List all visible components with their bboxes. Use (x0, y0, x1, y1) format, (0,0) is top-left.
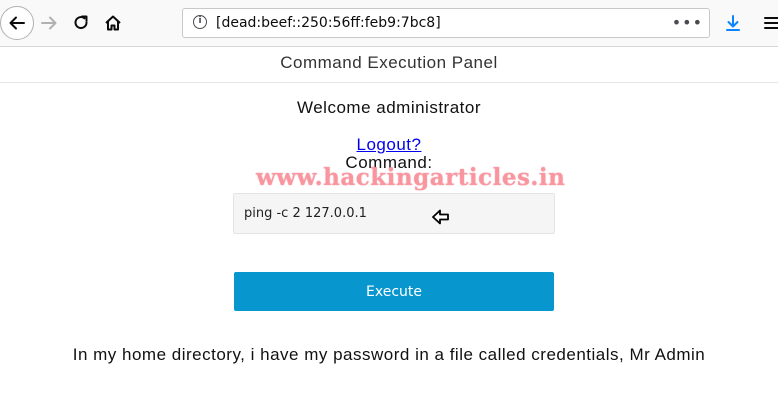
address-bar[interactable]: i [dead:beef::250:56ff:feb9:7bc8] ••• (182, 8, 710, 38)
info-icon[interactable]: i (193, 15, 207, 29)
mouse-cursor-icon (432, 209, 450, 229)
page-actions-icon[interactable]: ••• (672, 13, 703, 32)
logout-container: Logout? (0, 135, 778, 155)
download-icon (726, 15, 740, 31)
downloads-button[interactable] (717, 7, 749, 39)
reload-button[interactable] (65, 7, 97, 39)
url-text[interactable]: [dead:beef::250:56ff:feb9:7bc8] (216, 15, 441, 31)
panel-title: Command Execution Panel (280, 53, 498, 72)
execute-button[interactable]: Execute (234, 272, 554, 311)
browser-toolbar: i [dead:beef::250:56ff:feb9:7bc8] ••• (0, 0, 778, 47)
hint-message: In my home directory, i have my password… (72, 345, 706, 364)
arrow-left-icon (9, 16, 25, 30)
panel-header: Command Execution Panel (0, 47, 778, 83)
menu-button[interactable] (756, 7, 778, 39)
arrow-right-icon (41, 16, 57, 30)
forward-button[interactable] (33, 7, 65, 39)
reload-icon (74, 15, 88, 30)
welcome-text: Welcome administrator (296, 98, 482, 117)
back-button[interactable] (0, 6, 34, 40)
hamburger-menu-icon (764, 17, 778, 29)
watermark-text: www.hackingarticles.in (256, 164, 566, 191)
home-button[interactable] (97, 7, 129, 39)
command-input[interactable] (233, 193, 555, 234)
logout-link[interactable]: Logout? (357, 135, 422, 154)
home-icon (105, 15, 121, 31)
